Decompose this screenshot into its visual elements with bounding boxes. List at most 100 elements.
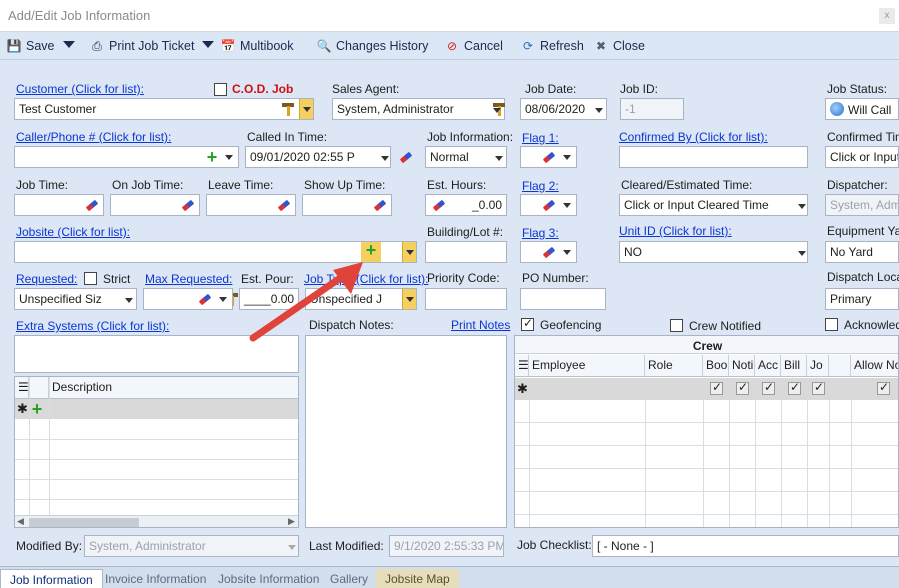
chevron-down-icon[interactable] (595, 108, 603, 113)
scroll-thumb[interactable] (29, 518, 139, 527)
job-type-dropdown[interactable] (402, 289, 416, 309)
changes-history-button[interactable]: 🔍 Changes History (316, 37, 429, 55)
chevron-down-icon[interactable] (495, 156, 503, 161)
crew-col-blank[interactable] (829, 355, 851, 376)
flag2-link[interactable]: Flag 2: (522, 179, 559, 193)
chevron-down-icon[interactable] (563, 249, 571, 255)
unit-id-field[interactable]: NO (619, 241, 808, 263)
priority-field[interactable] (425, 288, 507, 310)
eraser-icon[interactable] (196, 291, 214, 307)
jobsite-dropdown[interactable] (402, 242, 416, 262)
requested-field[interactable]: Unspecified Siz (14, 288, 137, 310)
add-icon[interactable]: + (29, 400, 45, 418)
called-in-field[interactable]: 09/01/2020 02:55 P (245, 146, 391, 168)
chevron-down-icon[interactable] (493, 108, 501, 113)
add-icon[interactable]: + (204, 148, 220, 166)
new-row[interactable]: ✱ + (15, 399, 298, 419)
crew-col-acc[interactable]: Acc (755, 355, 781, 376)
eraser-icon[interactable] (179, 197, 197, 213)
customer-dropdown[interactable] (299, 99, 313, 119)
strict-checkbox[interactable] (84, 272, 97, 285)
max-requested-link[interactable]: Max Requested: (145, 272, 232, 286)
tab-jobsite-map[interactable]: Jobsite Map (376, 569, 459, 588)
crew-notified-checkbox[interactable] (670, 319, 683, 332)
chevron-down-icon[interactable] (219, 296, 227, 302)
crew-col-employee[interactable]: Employee (529, 355, 645, 376)
eraser-icon[interactable] (540, 197, 558, 213)
jobsite-link[interactable]: Jobsite (Click for list): (16, 225, 130, 239)
geofencing-checkbox[interactable] (521, 316, 534, 331)
grid-columns-icon[interactable]: ☰ (15, 377, 29, 398)
crew-col-jo[interactable]: Jo (807, 355, 829, 376)
tab-gallery[interactable]: Gallery (321, 569, 377, 588)
crew-allow-checkbox[interactable] (877, 380, 890, 395)
est-hours-field[interactable]: _0.00 (425, 194, 507, 216)
crew-col-noti[interactable]: Noti (729, 355, 755, 376)
job-status-field[interactable]: Will Call (825, 98, 899, 120)
dispatch-notes-box[interactable] (305, 335, 507, 528)
multibook-button[interactable]: 📅 Multibook (220, 37, 294, 55)
eraser-icon[interactable] (540, 149, 558, 165)
window-close-button[interactable]: x (879, 8, 895, 24)
save-button[interactable]: 💾 Save (6, 37, 55, 55)
confirmed-by-link[interactable]: Confirmed By (Click for list): (619, 130, 768, 144)
chevron-down-icon[interactable] (798, 251, 806, 256)
crew-acc-checkbox[interactable] (762, 380, 775, 395)
caller-link[interactable]: Caller/Phone # (Click for list): (16, 130, 171, 144)
chevron-down-icon[interactable] (563, 202, 571, 208)
job-time-field[interactable] (14, 194, 104, 216)
caller-field[interactable]: + (14, 146, 239, 168)
tab-job-information[interactable]: Job Information (0, 569, 103, 588)
job-type-link[interactable]: Job Type (Click for list): (304, 272, 428, 286)
chevron-down-icon[interactable] (798, 204, 806, 209)
close-button[interactable]: ✖ Close (593, 37, 645, 55)
eraser-icon[interactable] (275, 197, 293, 213)
scroll-right-icon[interactable]: ▶ (288, 516, 295, 527)
horizontal-scrollbar[interactable]: ◀ ▶ (15, 515, 298, 527)
cod-checkbox[interactable] (214, 83, 227, 96)
confirmed-time-field[interactable]: Click or Input (825, 146, 899, 168)
crew-new-row[interactable]: ✱ (515, 378, 898, 400)
flag1-link[interactable]: Flag 1: (522, 131, 559, 145)
leave-time-field[interactable] (206, 194, 296, 216)
crew-col-role[interactable]: Role (645, 355, 703, 376)
max-requested-field[interactable] (143, 288, 233, 310)
grid-columns-icon[interactable]: ☰ (515, 355, 529, 376)
eraser-icon[interactable] (430, 197, 448, 213)
requested-link[interactable]: Requested: (16, 272, 77, 286)
acknowledged-checkbox[interactable] (825, 318, 838, 331)
crew-boo-checkbox[interactable] (710, 380, 723, 395)
on-job-time-field[interactable] (110, 194, 200, 216)
print-notes-link[interactable]: Print Notes (451, 318, 510, 332)
dispatch-location-field[interactable]: Primary (825, 288, 899, 310)
crew-col-allow[interactable]: Allow No (851, 355, 898, 376)
flag2-field[interactable] (520, 194, 577, 216)
customer-field[interactable]: Test Customer (14, 98, 314, 120)
add-jobsite-button[interactable]: + (361, 241, 381, 262)
crew-noti-checkbox[interactable] (736, 380, 749, 395)
eraser-icon[interactable] (371, 197, 389, 213)
flag1-field[interactable] (520, 146, 577, 168)
crew-col-bill[interactable]: Bill (781, 355, 807, 376)
tab-invoice-information[interactable]: Invoice Information (96, 569, 215, 588)
print-dropdown[interactable] (202, 41, 214, 48)
jobsite-field[interactable] (14, 241, 417, 263)
crew-jo-checkbox[interactable] (812, 380, 825, 395)
hammer-icon[interactable] (280, 101, 296, 117)
crew-bill-checkbox[interactable] (788, 380, 801, 395)
job-type-field[interactable]: Unspecified J (305, 288, 417, 310)
chevron-down-icon[interactable] (225, 154, 233, 160)
eraser-icon[interactable] (83, 197, 101, 213)
chevron-down-icon[interactable] (381, 156, 389, 161)
extra-systems-link[interactable]: Extra Systems (Click for list): (16, 319, 169, 333)
eraser-icon[interactable] (397, 149, 415, 165)
cancel-button[interactable]: ⊘ Cancel (444, 37, 503, 55)
job-date-field[interactable]: 08/06/2020 (520, 98, 607, 120)
confirmed-by-field[interactable] (619, 146, 808, 168)
po-field[interactable] (520, 288, 606, 310)
job-checklist-field[interactable]: [ - None - ] (592, 535, 899, 557)
refresh-button[interactable]: ⟳ Refresh (520, 37, 584, 55)
est-pour-field[interactable]: ____0.00 (239, 288, 299, 310)
extra-systems-box[interactable] (14, 335, 299, 373)
customer-link[interactable]: Customer (Click for list): (16, 82, 144, 96)
